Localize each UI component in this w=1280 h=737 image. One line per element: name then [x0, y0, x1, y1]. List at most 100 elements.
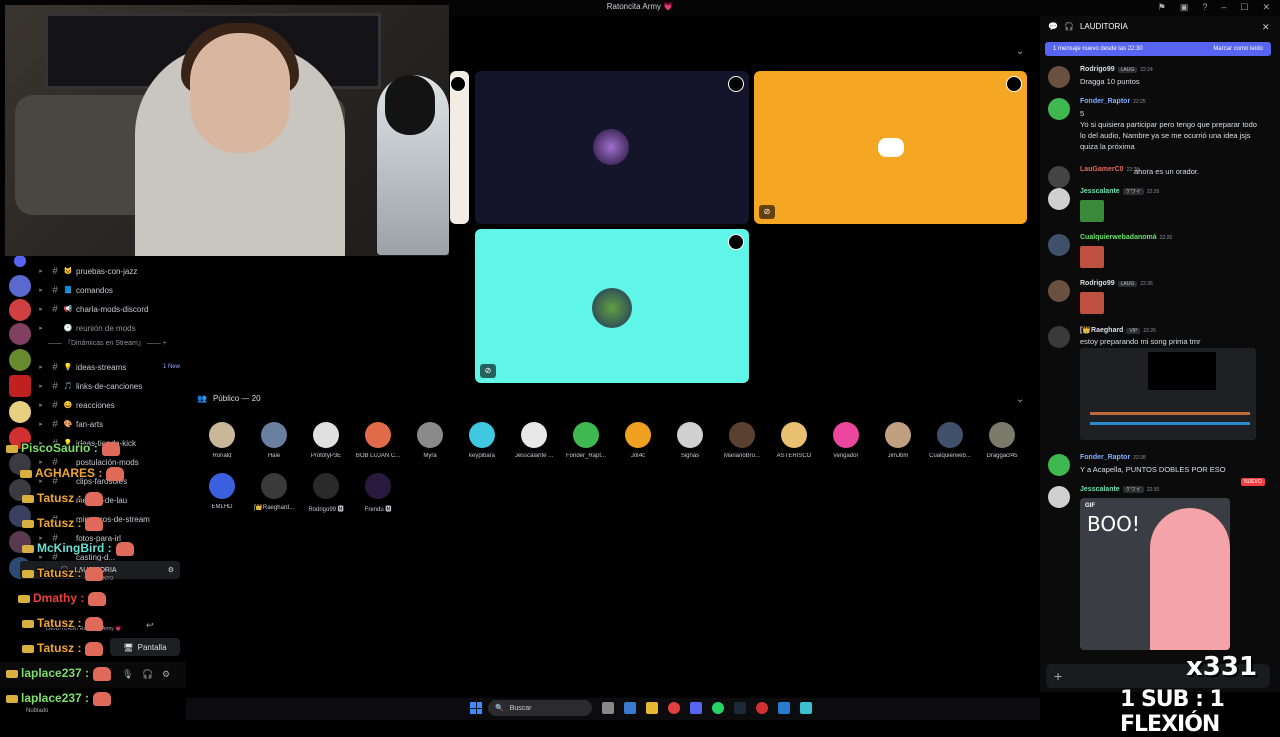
- message-author[interactable]: Jesscalante: [1080, 486, 1120, 493]
- discord-icon[interactable]: [690, 702, 702, 714]
- gif-tag: GIF: [1085, 503, 1095, 509]
- audience-member[interactable]: PrototyP3E: [302, 422, 350, 459]
- help-icon[interactable]: ?: [1202, 2, 1207, 13]
- avatar[interactable]: [1048, 454, 1070, 476]
- audience-member[interactable]: Cualquierweb...: [926, 422, 974, 459]
- avatar[interactable]: [1048, 280, 1070, 302]
- category-divider[interactable]: —— 『Dinámicas en Stream』 —— +: [48, 338, 188, 348]
- mark-read-button[interactable]: Marcar como leído: [1213, 46, 1263, 52]
- message-author[interactable]: Fonder_Raptor: [1080, 98, 1130, 105]
- audience-member[interactable]: Fonder_Rapt...: [562, 422, 610, 459]
- audience-name: Jot4c: [630, 453, 646, 459]
- audience-member[interactable]: EMLHD: [198, 473, 246, 510]
- message-author[interactable]: Rodrigo99: [1080, 66, 1115, 73]
- server-icon[interactable]: [9, 275, 31, 297]
- message-author[interactable]: LauGamerC0: [1080, 166, 1124, 173]
- chevron-down-icon[interactable]: ⌄: [1016, 46, 1024, 57]
- avatar[interactable]: [1048, 326, 1070, 348]
- audience-member[interactable]: keypibara: [458, 422, 506, 459]
- channel-item[interactable]: ▸ # 😀 reacciones: [34, 396, 186, 414]
- tile-options-icon[interactable]: [728, 234, 744, 250]
- channel-item[interactable]: ▸ # 🐱 pruebas-con-jazz: [34, 262, 186, 280]
- server-icon[interactable]: [14, 255, 26, 267]
- whatsapp-icon[interactable]: [712, 702, 724, 714]
- emote-icon: [115, 541, 134, 556]
- message-author[interactable]: Jesscalante: [1080, 188, 1120, 195]
- new-messages-bar[interactable]: 1 mensaje nuevo desde las 22:30 Marcar c…: [1045, 42, 1271, 56]
- tile-options-icon[interactable]: [1006, 76, 1022, 92]
- audience-member[interactable]: MarianoBro...: [718, 422, 766, 459]
- server-icon[interactable]: [9, 375, 31, 397]
- close-window-button[interactable]: ✕: [1262, 2, 1270, 13]
- audience-member[interactable]: Hale: [250, 422, 298, 459]
- audience-member[interactable]: Draggacf45: [978, 422, 1026, 459]
- message-author[interactable]: Cualquierwebadanomá: [1080, 234, 1157, 241]
- disconnect-icon[interactable]: ↩: [146, 620, 154, 631]
- voice-settings-icon[interactable]: ⚙: [168, 566, 174, 574]
- stage-tile-speaker[interactable]: [475, 71, 749, 224]
- screenshot-attachment[interactable]: [1080, 348, 1256, 440]
- screen-icon[interactable]: ▣: [1180, 2, 1189, 13]
- taskbar-search[interactable]: 🔍 Buscar: [488, 700, 592, 716]
- stage-tile-partial[interactable]: [450, 71, 469, 224]
- gif-attachment[interactable]: GIF BOO!: [1080, 498, 1230, 650]
- add-attachment-icon[interactable]: +: [1054, 668, 1062, 684]
- channel-item[interactable]: ▸ # 🎵 links-de-canciones: [34, 377, 186, 395]
- audience-header[interactable]: 👥 Público — 20: [197, 394, 261, 403]
- maximize-button[interactable]: ☐: [1240, 2, 1248, 13]
- avatar[interactable]: [1048, 486, 1070, 508]
- server-icon[interactable]: [9, 323, 31, 345]
- audience-member[interactable]: Frendu 🅼: [354, 473, 402, 513]
- avatar[interactable]: [1048, 66, 1070, 88]
- close-icon[interactable]: ✕: [1262, 22, 1270, 33]
- audience-member[interactable]: Myra: [406, 422, 454, 459]
- avatar[interactable]: [1048, 234, 1070, 256]
- tile-options-icon[interactable]: [450, 76, 466, 92]
- channel-item[interactable]: ▸ 🕑 reunión de mods: [34, 319, 186, 337]
- message-author[interactable]: [👑Raeghard: [1080, 327, 1123, 334]
- channel-item[interactable]: ▸ # 📘 comandos: [34, 281, 186, 299]
- explorer-icon[interactable]: [646, 702, 658, 714]
- message-author[interactable]: Fonder_Raptor: [1080, 454, 1130, 461]
- start-button[interactable]: [470, 702, 482, 714]
- tile-options-icon[interactable]: [728, 76, 744, 92]
- server-icon[interactable]: [9, 299, 31, 321]
- audience-member[interactable]: JimJbm: [874, 422, 922, 459]
- audience-member[interactable]: [👑Raeghard...: [250, 473, 298, 511]
- audience-member[interactable]: ASTERISCO: [770, 422, 818, 459]
- server-icon[interactable]: [9, 349, 31, 371]
- minimize-button[interactable]: –: [1221, 2, 1226, 13]
- audience-member[interactable]: Signas: [666, 422, 714, 459]
- taskview-icon[interactable]: [602, 702, 614, 714]
- headset-icon[interactable]: 🎧: [142, 669, 153, 680]
- settings-icon[interactable]: ⚙: [162, 669, 170, 680]
- audience-member[interactable]: Jesscalante ...: [510, 422, 558, 459]
- audience-member[interactable]: BOB LUJAN C...: [354, 422, 402, 459]
- audience-member[interactable]: vengador: [822, 422, 870, 459]
- mic-icon[interactable]: 🎙: [122, 669, 133, 680]
- server-icon[interactable]: [9, 401, 31, 423]
- channel-item[interactable]: ▸ # 💡 ideas-streams 1 New: [34, 358, 186, 376]
- avatar[interactable]: [1048, 98, 1070, 120]
- chevron-down-icon[interactable]: ⌄: [1016, 394, 1024, 405]
- photos-icon[interactable]: [778, 702, 790, 714]
- stage-tile-cyan[interactable]: ⊘: [475, 229, 749, 383]
- inbox-icon[interactable]: ⚑: [1158, 2, 1166, 13]
- steam-icon[interactable]: [734, 702, 746, 714]
- message-author[interactable]: Rodrigo99: [1080, 280, 1115, 287]
- screen-share-button[interactable]: 🖥 Pantalla: [110, 638, 180, 656]
- audience-member[interactable]: Ronald: [198, 422, 246, 459]
- avatar: [989, 422, 1015, 448]
- channel-item[interactable]: ▸ # 🎨 fan-arts: [34, 415, 186, 433]
- notepad-icon[interactable]: [800, 702, 812, 714]
- stage-tile-discord[interactable]: ⊘: [754, 71, 1027, 224]
- avatar[interactable]: [1048, 166, 1070, 188]
- audience-member[interactable]: Jot4c: [614, 422, 662, 459]
- avatar[interactable]: [1048, 188, 1070, 210]
- message-header: Jesscalante ケワイ 22:26: [1080, 188, 1159, 195]
- channel-item[interactable]: ▸ # 📢 charla-mods-discord: [34, 300, 186, 318]
- audience-member[interactable]: Rodrigo99 🅼: [302, 473, 350, 513]
- copilot-icon[interactable]: [624, 702, 636, 714]
- chrome-icon[interactable]: [668, 702, 680, 714]
- obs-icon[interactable]: [756, 702, 768, 714]
